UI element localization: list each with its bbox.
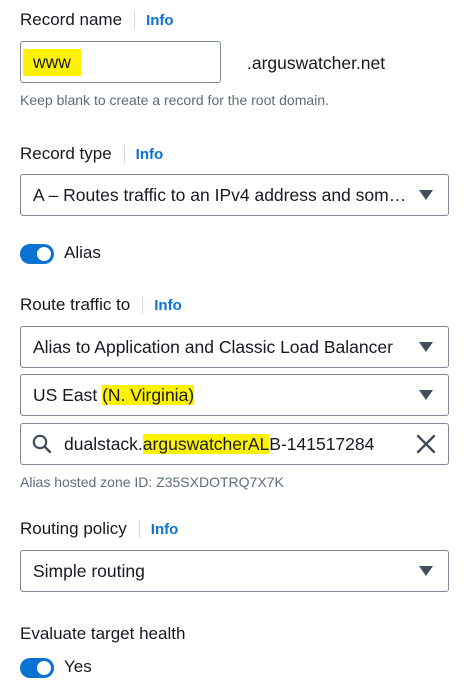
- endpoint-type-value: Alias to Application and Classic Load Ba…: [33, 336, 393, 357]
- routing-policy-label-row: Routing policy Info: [20, 519, 178, 539]
- alias-zone-hint: Alias hosted zone ID: Z35SXDOTRQ7X7K: [20, 474, 284, 490]
- route-traffic-label-row: Route traffic to Info: [20, 295, 182, 315]
- search-highlight: arguswatcherAL: [142, 433, 270, 454]
- region-select[interactable]: US East (N. Virginia): [20, 374, 449, 416]
- record-name-input[interactable]: www: [20, 41, 221, 83]
- caret-down-icon: [419, 566, 433, 576]
- alias-label: Alias: [64, 243, 101, 262]
- record-name-label: Record name: [20, 10, 123, 29]
- evaluate-health-toggle[interactable]: [20, 658, 54, 678]
- record-type-label-row: Record type Info: [20, 144, 163, 164]
- caret-down-icon: [419, 342, 433, 352]
- label-divider: [123, 145, 125, 163]
- routing-policy-label: Routing policy: [20, 519, 127, 538]
- search-value: dualstack.arguswatcherALB-141517284: [64, 433, 415, 455]
- clear-icon[interactable]: [415, 433, 437, 455]
- record-type-select[interactable]: A – Routes traffic to an IPv4 address an…: [20, 174, 449, 216]
- label-divider: [134, 11, 136, 29]
- toggle-knob: [37, 247, 51, 261]
- region-name: US East: [33, 384, 103, 405]
- record-name-info-link[interactable]: Info: [146, 12, 174, 29]
- caret-down-icon: [419, 390, 433, 400]
- label-divider: [142, 296, 144, 314]
- routing-policy-value: Simple routing: [33, 560, 145, 581]
- route-traffic-info-link[interactable]: Info: [154, 297, 182, 314]
- search-prefix: dualstack.: [64, 433, 143, 454]
- toggle-knob: [37, 661, 51, 675]
- evaluate-health-label: Evaluate target health: [20, 624, 186, 643]
- region-highlight: (N. Virginia): [102, 384, 195, 405]
- routing-policy-select[interactable]: Simple routing: [20, 550, 449, 592]
- record-type-info-link[interactable]: Info: [136, 146, 164, 163]
- label-divider: [138, 520, 140, 538]
- record-name-hint: Keep blank to create a record for the ro…: [20, 92, 329, 108]
- routing-policy-info-link[interactable]: Info: [151, 521, 179, 538]
- record-name-label-row: Record name Info: [20, 10, 174, 30]
- record-type-label: Record type: [20, 144, 112, 163]
- record-type-value: A – Routes traffic to an IPv4 address an…: [33, 184, 419, 205]
- alias-toggle[interactable]: [20, 244, 54, 264]
- region-value: US East (N. Virginia): [33, 384, 419, 406]
- caret-down-icon: [419, 190, 433, 200]
- search-icon: [31, 433, 53, 455]
- endpoint-type-select[interactable]: Alias to Application and Classic Load Ba…: [20, 326, 449, 368]
- evaluate-health-toggle-label: Yes: [64, 657, 92, 676]
- load-balancer-search-input[interactable]: dualstack.arguswatcherALB-141517284: [20, 423, 449, 465]
- record-name-value: www: [23, 48, 81, 76]
- domain-suffix: .arguswatcher.net: [247, 53, 386, 73]
- search-suffix: B-141517284: [269, 433, 375, 454]
- route-traffic-label: Route traffic to: [20, 295, 131, 314]
